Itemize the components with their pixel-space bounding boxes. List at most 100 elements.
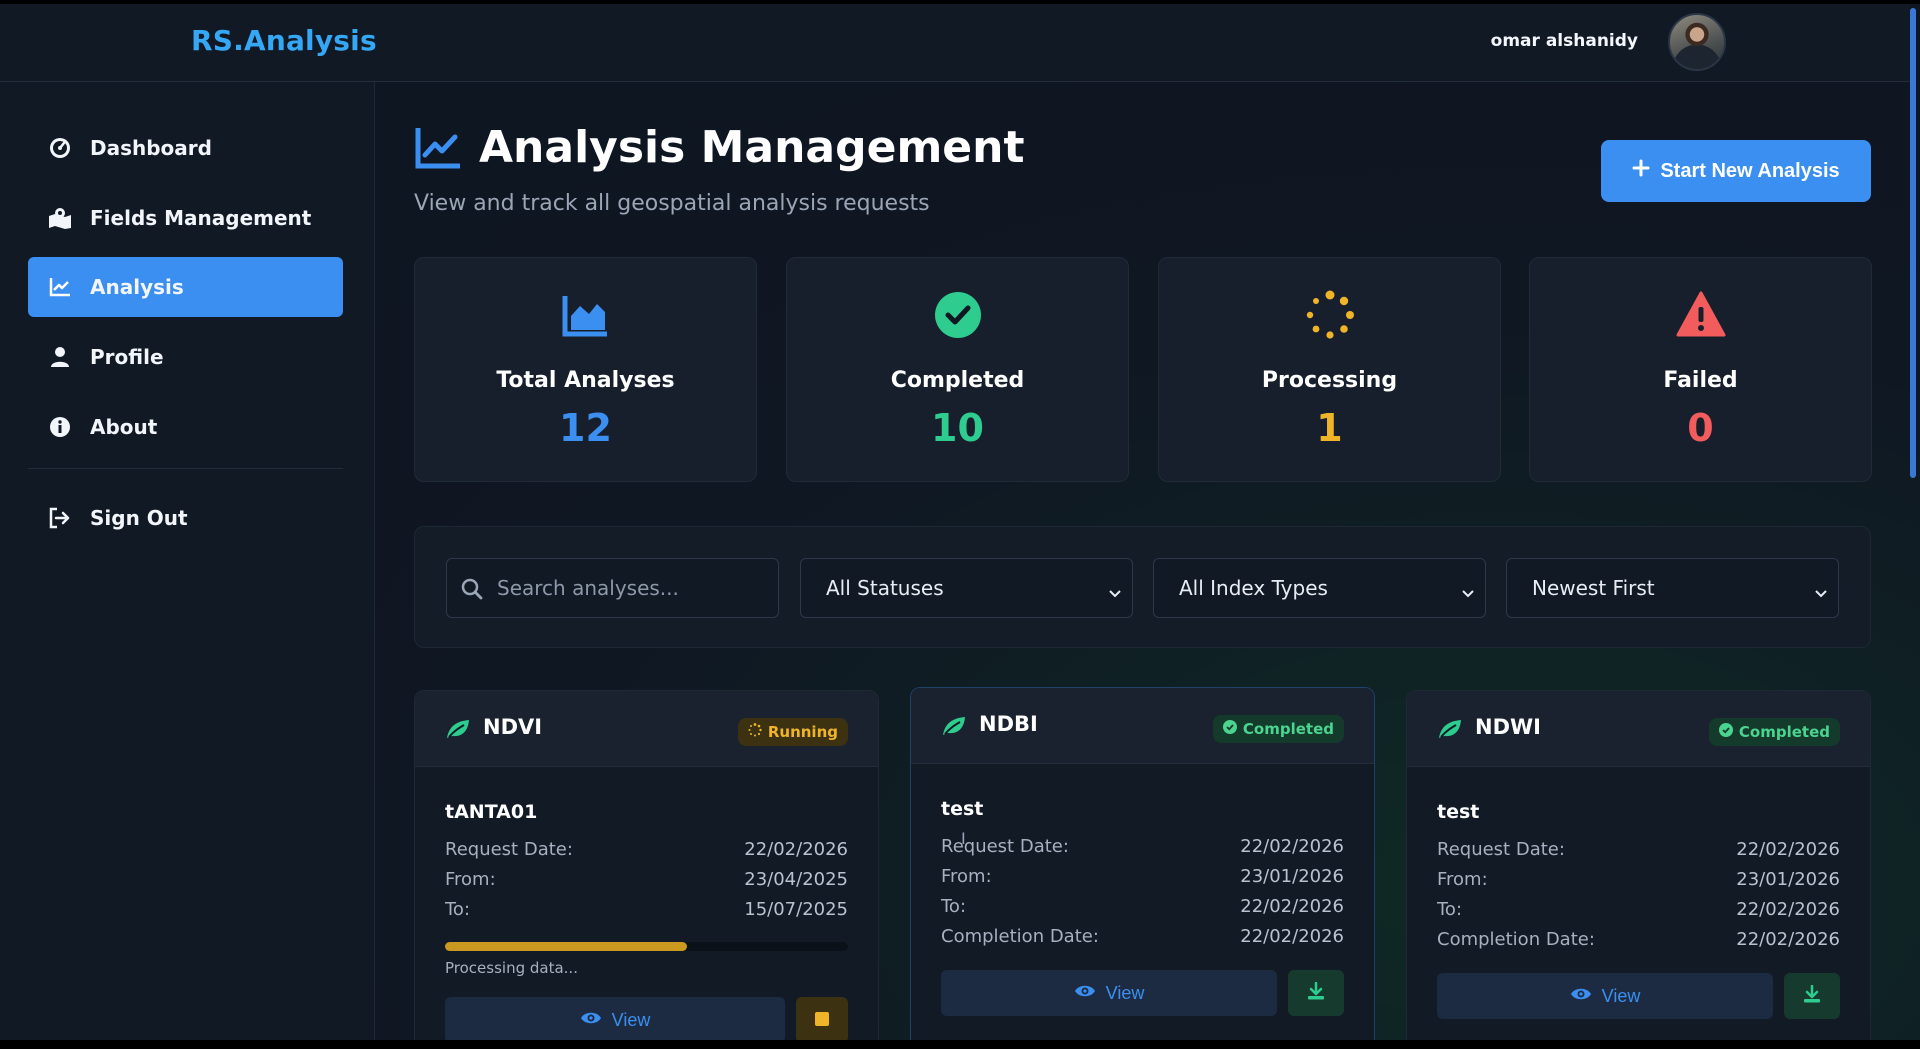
view-button[interactable]: View (1437, 973, 1773, 1019)
page-subtitle: View and track all geospatial analysis r… (414, 191, 930, 216)
card-index-type: NDVI (483, 715, 543, 739)
card-index-type: NDBI (979, 712, 1038, 736)
sidebar-item-sign-out[interactable]: Sign Out (28, 488, 343, 548)
completion-date-row: Completion Date: 22/02/2026 (1437, 929, 1840, 950)
row-value: 23/01/2026 (1736, 869, 1840, 890)
sidebar-item-about[interactable]: About (28, 397, 343, 457)
eye-icon (1074, 983, 1096, 1004)
request-date-row: Request Date: 22/02/2026 (941, 836, 1344, 857)
search-input[interactable]: Search analyses... (446, 558, 779, 618)
leaf-icon (1437, 718, 1463, 740)
sidebar-item-analysis[interactable]: Analysis (28, 257, 343, 317)
stat-card-processing: Processing 1 (1158, 257, 1501, 482)
card-header: NDWI Completed (1407, 691, 1870, 767)
to-row: To: 22/02/2026 (941, 896, 1344, 917)
chart-line-icon (414, 126, 462, 170)
chart-line-icon (48, 275, 72, 299)
check-circle-icon (1222, 720, 1237, 738)
row-value: 22/02/2026 (744, 839, 848, 860)
sidebar: Dashboard Fields Management Analysis Pro… (0, 82, 375, 1040)
card-header: NDVI Running (415, 691, 878, 767)
user-name[interactable]: omar alshanidy (1491, 31, 1638, 51)
area-chart-icon (561, 290, 611, 340)
page-title: Analysis Management (479, 122, 1025, 173)
progress-text: Processing data... (445, 959, 578, 977)
index-type-select[interactable]: All Index Types (1153, 558, 1486, 618)
card-name: tANTA01 (445, 801, 538, 823)
status-badge-label: Running (767, 723, 838, 741)
sort-select[interactable]: Newest First (1506, 558, 1839, 618)
row-label: To: (941, 896, 967, 917)
from-row: From: 23/01/2026 (941, 866, 1344, 887)
analysis-card[interactable]: NDBI Completed test Request Date: 22/02/2… (910, 687, 1375, 1040)
check-circle-icon (1718, 723, 1733, 741)
stat-label: Processing (1261, 368, 1398, 393)
view-button-label: View (1601, 985, 1641, 1006)
card-index-type: NDWI (1475, 715, 1541, 739)
stat-card-failed: Failed 0 (1529, 257, 1872, 482)
request-date-row: Request Date: 22/02/2026 (445, 839, 848, 860)
sidebar-item-label: Dashboard (90, 136, 212, 160)
view-button[interactable]: View (445, 997, 785, 1040)
to-row: To: 15/07/2025 (445, 899, 848, 920)
plus-icon (1632, 159, 1650, 183)
view-button[interactable]: View (941, 970, 1277, 1016)
analysis-card[interactable]: NDWI Completed test Request Date: 22/02/2… (1406, 690, 1871, 1040)
row-label: Completion Date: (941, 926, 1099, 947)
card-header: NDBI Completed (911, 688, 1374, 764)
start-new-analysis-button[interactable]: Start New Analysis (1601, 140, 1871, 202)
view-button-label: View (1105, 982, 1145, 1003)
top-bar: RS.Analysis omar alshanidy (0, 4, 1910, 82)
download-button[interactable] (1784, 973, 1840, 1019)
to-row: To: 22/02/2026 (1437, 899, 1840, 920)
status-select-value: All Statuses (826, 576, 944, 600)
status-select[interactable]: All Statuses (800, 558, 1133, 618)
map-icon (48, 206, 72, 230)
status-badge-label: Completed (1242, 720, 1334, 738)
avatar[interactable] (1668, 13, 1726, 71)
download-icon (1307, 981, 1325, 1004)
progress-fill (445, 942, 687, 951)
download-button[interactable] (1288, 970, 1344, 1016)
row-value: 22/02/2026 (1736, 839, 1840, 860)
brand-logo[interactable]: RS.Analysis (191, 24, 377, 57)
stat-label: Failed (1663, 368, 1738, 393)
check-circle-icon (933, 290, 983, 340)
sidebar-item-dashboard[interactable]: Dashboard (28, 118, 343, 178)
row-label: To: (1437, 899, 1463, 920)
stat-label: Completed (890, 368, 1025, 393)
status-badge: Running (737, 718, 848, 746)
sidebar-item-fields-management[interactable]: Fields Management (28, 188, 343, 248)
row-label: To: (445, 899, 471, 920)
progress-bar (445, 942, 848, 951)
row-label: From: (445, 869, 496, 890)
row-label: From: (941, 866, 992, 887)
sidebar-item-label: Profile (90, 345, 164, 369)
analysis-card[interactable]: NDVI Running tANTA01 Request Date: 22/02/… (414, 690, 879, 1040)
spinner-icon (748, 723, 762, 741)
status-badge-label: Completed (1738, 723, 1830, 741)
scrollbar-thumb[interactable] (1910, 8, 1916, 478)
status-badge: Completed (1708, 718, 1840, 746)
request-date-row: Request Date: 22/02/2026 (1437, 839, 1840, 860)
chevron-down-icon (1814, 581, 1828, 605)
row-label: From: (1437, 869, 1488, 890)
gauge-icon (48, 136, 72, 160)
button-label: Start New Analysis (1660, 159, 1840, 182)
sidebar-item-label: Fields Management (90, 206, 312, 230)
stop-button[interactable] (796, 997, 848, 1040)
row-value: 15/07/2025 (744, 899, 848, 920)
sidebar-item-label: About (90, 415, 158, 439)
sidebar-item-profile[interactable]: Profile (28, 327, 343, 387)
filter-bar: Search analyses... All Statuses All Inde… (414, 526, 1871, 648)
search-placeholder: Search analyses... (497, 576, 679, 600)
card-name: test (941, 798, 984, 820)
user-icon (48, 345, 72, 369)
status-badge: Completed (1212, 715, 1344, 743)
download-icon (1803, 984, 1821, 1007)
row-value: 22/02/2026 (1240, 926, 1344, 947)
sidebar-item-label: Sign Out (90, 506, 188, 530)
row-label: Request Date: (1437, 839, 1565, 860)
stat-card-completed: Completed 10 (786, 257, 1129, 482)
row-value: 23/01/2026 (1240, 866, 1344, 887)
